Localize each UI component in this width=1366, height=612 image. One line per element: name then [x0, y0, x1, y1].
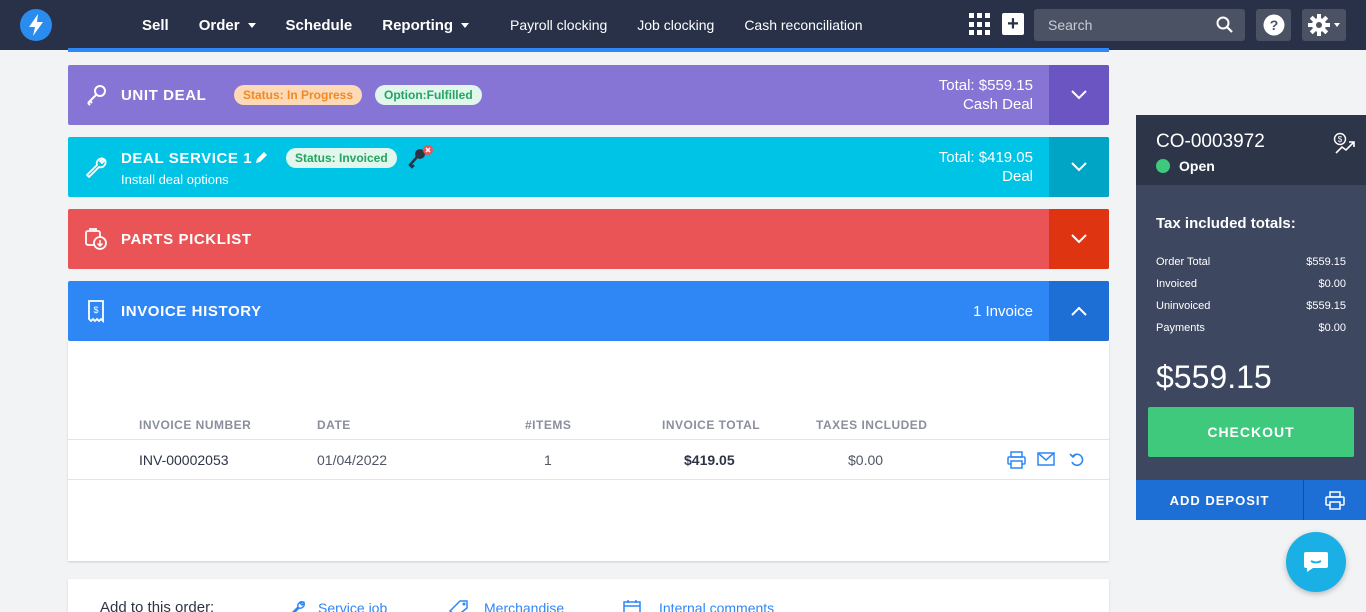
- chat-bubble-icon: [1304, 552, 1328, 572]
- invoice-items: 1: [544, 452, 552, 468]
- nav-schedule[interactable]: Schedule: [286, 17, 353, 34]
- expand-unit-deal-button[interactable]: [1049, 65, 1109, 125]
- app-logo-icon[interactable]: [20, 9, 52, 41]
- parts-picklist-panel[interactable]: PARTS PICKLIST: [68, 209, 1109, 269]
- unit-deal-option-badge: Option:Fulfilled: [375, 85, 482, 105]
- invoice-date: 01/04/2022: [317, 452, 388, 468]
- chevron-down-icon: [461, 22, 470, 28]
- invoice-history-table: INVOICE NUMBER DATE #ITEMS INVOICE TOTAL…: [68, 341, 1109, 561]
- print-icon[interactable]: [1007, 451, 1026, 469]
- column-header: INVOICE TOTAL: [662, 418, 761, 432]
- invoice-number[interactable]: INV-00002053: [139, 452, 229, 468]
- chevron-down-icon: [247, 22, 256, 28]
- chevron-down-icon: [1071, 90, 1087, 100]
- invoice-history-title: INVOICE HISTORY: [121, 302, 262, 320]
- chevron-down-icon: [1071, 234, 1087, 244]
- column-header: #ITEMS: [525, 418, 572, 432]
- unit-deal-panel[interactable]: UNIT DEAL Status: In Progress Option:Ful…: [68, 65, 1109, 125]
- wrench-icon: [291, 601, 306, 612]
- nav-job-clocking[interactable]: Job clocking: [637, 17, 714, 33]
- order-summary-sidebar: CO-0003972 Open $ Tax included totals: O…: [1136, 115, 1366, 520]
- top-nav: Sell Order Schedule Reporting Payroll cl…: [0, 0, 1366, 50]
- deal-service-panel[interactable]: DEAL SERVICE 1 Install deal options Stat…: [68, 137, 1109, 197]
- deal-service-status-badge: Status: Invoiced: [286, 148, 397, 168]
- total-row: Payments $0.00: [1156, 322, 1346, 334]
- add-to-order-bar: Add to this order: Service job Merchandi…: [68, 579, 1109, 612]
- unit-deal-status-badge: Status: In Progress: [234, 85, 363, 105]
- gear-icon: [1308, 14, 1330, 36]
- collapse-invoice-history-button[interactable]: [1049, 281, 1109, 341]
- edit-pencil-icon[interactable]: [254, 151, 268, 165]
- add-merchandise-link[interactable]: Merchandise: [448, 599, 564, 612]
- unit-deal-total: Total: $559.15 Cash Deal: [938, 77, 1033, 113]
- total-row: Invoiced $0.00: [1156, 278, 1346, 290]
- tag-icon: [448, 600, 468, 612]
- secondary-nav: Payroll clocking Job clocking Cash recon…: [510, 0, 893, 50]
- search-input[interactable]: [1048, 17, 1208, 33]
- deal-service-total: Total: $419.05 Deal: [938, 149, 1033, 185]
- order-id: CO-0003972: [1156, 131, 1265, 152]
- status-dot-icon: [1156, 159, 1170, 173]
- help-button[interactable]: ?: [1256, 9, 1291, 41]
- apps-grid-icon[interactable]: [969, 13, 992, 36]
- chevron-down-icon: [1071, 162, 1087, 172]
- nav-order[interactable]: Order: [199, 17, 256, 34]
- chevron-up-icon: [1071, 306, 1087, 316]
- invoice-taxes: $0.00: [848, 452, 884, 468]
- print-order-button[interactable]: [1304, 480, 1366, 520]
- chat-button[interactable]: [1286, 532, 1346, 592]
- svg-text:$: $: [1338, 135, 1343, 144]
- invoice-count: 1 Invoice: [972, 302, 1033, 320]
- nav-sell[interactable]: Sell: [142, 17, 169, 34]
- tax-totals-title: Tax included totals:: [1156, 215, 1296, 232]
- nav-reporting[interactable]: Reporting: [382, 17, 470, 34]
- add-to-order-label: Add to this order:: [100, 599, 215, 612]
- expand-deal-service-button[interactable]: [1049, 137, 1109, 197]
- key-icon: [87, 85, 106, 106]
- calendar-icon: [623, 600, 641, 612]
- total-row: Uninvoiced $559.15: [1156, 300, 1346, 312]
- column-header: TAXES INCLUDED: [816, 418, 928, 432]
- invoice-total: $419.05: [684, 452, 735, 468]
- deal-service-title: DEAL SERVICE 1: [121, 150, 253, 167]
- svg-text:?: ?: [1269, 17, 1278, 33]
- expand-parts-picklist-button[interactable]: [1049, 209, 1109, 269]
- column-header: DATE: [317, 418, 351, 432]
- add-internal-comments-link[interactable]: Internal comments: [623, 599, 774, 612]
- add-service-job-link[interactable]: Service job: [288, 599, 387, 612]
- add-deposit-button[interactable]: ADD DEPOSIT: [1136, 480, 1303, 520]
- deal-service-subtitle: Install deal options: [121, 172, 229, 187]
- nav-payroll-clocking[interactable]: Payroll clocking: [510, 17, 607, 33]
- chevron-down-icon: [1334, 23, 1340, 27]
- add-new-icon[interactable]: +: [1002, 13, 1024, 35]
- svg-text:$: $: [93, 305, 98, 315]
- search-icon[interactable]: [1216, 16, 1233, 33]
- print-icon: [1325, 490, 1345, 510]
- order-header: CO-0003972 Open $: [1136, 115, 1366, 185]
- settings-button[interactable]: [1302, 9, 1346, 41]
- previous-section-edge: [68, 48, 1109, 52]
- receipt-icon: $: [88, 300, 104, 323]
- parts-picklist-title: PARTS PICKLIST: [121, 230, 252, 248]
- email-icon[interactable]: [1037, 452, 1055, 466]
- price-trend-icon[interactable]: $: [1332, 132, 1356, 156]
- unlinked-key-icon[interactable]: [406, 145, 436, 169]
- invoice-history-panel[interactable]: $ INVOICE HISTORY 1 Invoice: [68, 281, 1109, 341]
- nav-cash-reconciliation[interactable]: Cash reconciliation: [744, 17, 862, 33]
- total-row: Order Total $559.15: [1156, 256, 1346, 268]
- help-icon: ?: [1263, 14, 1284, 36]
- order-status: Open: [1156, 158, 1215, 174]
- search-box: [1034, 9, 1245, 41]
- picklist-icon: [85, 228, 107, 250]
- table-row[interactable]: INV-00002053 01/04/2022 1 $419.05 $0.00: [68, 439, 1109, 480]
- undo-icon[interactable]: [1069, 452, 1085, 467]
- balance-amount: $559.15: [1156, 359, 1272, 395]
- checkout-button[interactable]: CHECKOUT: [1148, 407, 1354, 457]
- main-nav: Sell Order Schedule Reporting: [142, 0, 499, 50]
- unit-deal-title: UNIT DEAL: [121, 86, 207, 104]
- wrench-icon: [86, 157, 107, 178]
- column-header: INVOICE NUMBER: [139, 418, 252, 432]
